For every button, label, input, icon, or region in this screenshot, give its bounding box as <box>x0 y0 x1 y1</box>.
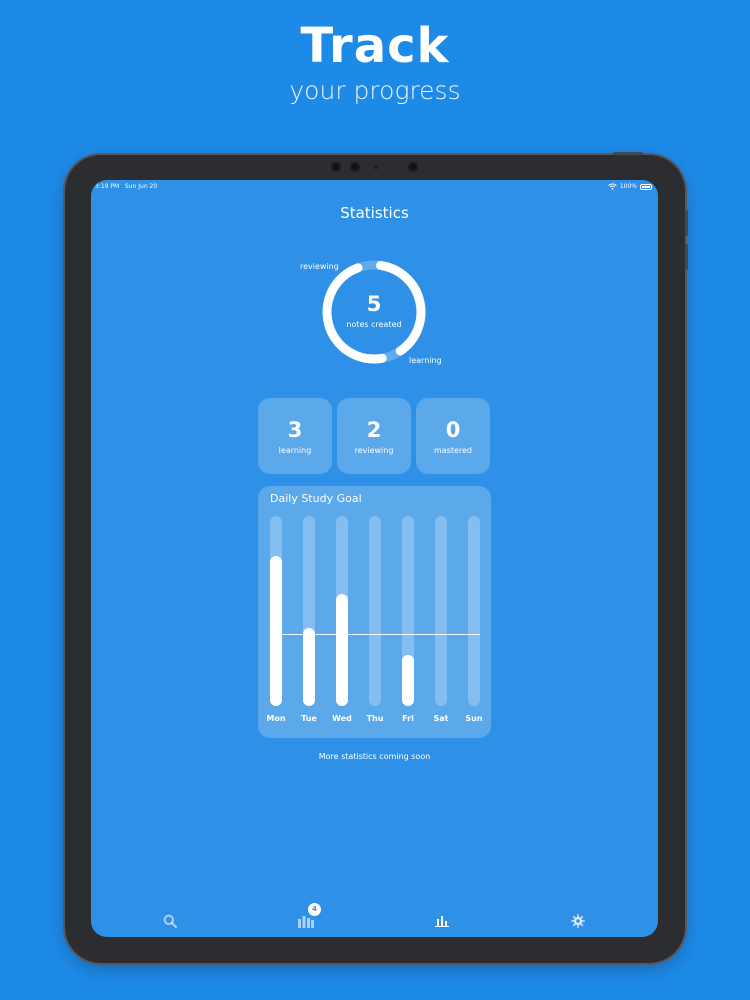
stat-value: 2 <box>366 418 382 442</box>
goal-bar-tue <box>303 516 315 706</box>
day-label: Sun <box>465 714 483 723</box>
library-icon <box>298 916 314 928</box>
notification-badge: 4 <box>308 903 321 916</box>
stat-card-learning: 3 learning <box>258 398 332 474</box>
sensor-icon <box>374 165 378 169</box>
stat-card-reviewing: 2 reviewing <box>337 398 411 474</box>
goal-title: Daily Study Goal <box>270 492 362 505</box>
camera-icon <box>331 162 341 172</box>
search-icon <box>163 914 177 928</box>
tab-settings[interactable] <box>566 911 590 931</box>
tab-search[interactable] <box>158 911 182 931</box>
goal-bar-sun <box>468 516 480 706</box>
top-button <box>613 152 643 155</box>
notes-total-caption: notes created <box>346 320 402 329</box>
more-statistics-note: More statistics coming soon <box>318 752 431 761</box>
status-time: 3:19 PM <box>95 183 120 190</box>
app-screen: 3:19 PM Sun Jun 20 100% Statistics 5 not… <box>91 180 658 937</box>
ipad-frame: 3:19 PM Sun Jun 20 100% Statistics 5 not… <box>65 152 688 963</box>
tab-bar: 4 <box>91 903 658 937</box>
wifi-icon <box>608 183 617 190</box>
tab-library[interactable]: 4 <box>294 903 321 931</box>
hero-title: Track <box>300 18 450 74</box>
goal-bar-sat <box>435 516 447 706</box>
status-right: 100% <box>608 183 652 190</box>
sensor-icon <box>408 162 418 172</box>
sensor-icon <box>350 162 360 172</box>
stat-label: reviewing <box>354 446 394 455</box>
bar-chart-icon <box>435 916 449 927</box>
day-label: Wed <box>332 714 352 723</box>
goal-bar-wed <box>336 516 348 706</box>
day-label: Tue <box>301 714 317 723</box>
status-bar: 3:19 PM Sun Jun 20 100% <box>95 183 652 193</box>
goal-bar-fill <box>402 654 414 706</box>
day-label: Sat <box>433 714 449 723</box>
status-date: Sun Jun 20 <box>124 183 158 190</box>
stat-card-mastered: 0 mastered <box>416 398 490 474</box>
goal-bar-mon <box>270 516 282 706</box>
goal-bar-fill <box>336 593 348 706</box>
stat-label: mastered <box>433 446 473 455</box>
ring-label-reviewing: reviewing <box>300 262 339 271</box>
goal-bar-fill <box>270 555 282 706</box>
battery-percent: 100% <box>619 183 637 190</box>
tab-statistics[interactable] <box>430 911 454 931</box>
battery-icon <box>640 183 652 190</box>
volume-down-button <box>685 244 688 270</box>
goal-bar-fill <box>303 628 315 706</box>
gear-icon <box>571 914 585 928</box>
daily-study-goal-card: Daily Study Goal Mon Tue Wed Thu Fri Sat Sun <box>258 486 491 738</box>
stat-value: 0 <box>445 418 461 442</box>
day-label: Mon <box>266 714 286 723</box>
goal-bar-thu <box>369 516 381 706</box>
day-label: Thu <box>366 714 384 723</box>
stat-value: 3 <box>287 418 303 442</box>
day-label: Fri <box>402 714 414 723</box>
goal-bar-fri <box>402 516 414 706</box>
volume-up-button <box>685 210 688 236</box>
ring-label-learning: learning <box>409 356 442 365</box>
status-left: 3:19 PM Sun Jun 20 <box>95 183 157 190</box>
stat-label: learning <box>278 446 312 455</box>
hero-subtitle: your progress <box>289 76 461 105</box>
notes-total: 5 <box>366 292 382 316</box>
page-title: Statistics <box>340 204 409 222</box>
